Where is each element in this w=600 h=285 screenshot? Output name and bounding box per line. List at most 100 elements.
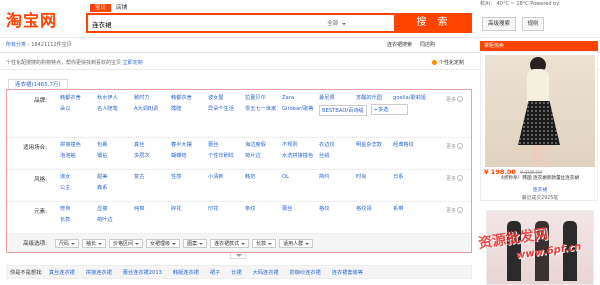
tab-shops[interactable]: 店铺 — [111, 4, 132, 12]
filter-option[interactable]: 印花 — [208, 204, 245, 215]
advanced-search-button[interactable]: 高级搜索 — [482, 17, 516, 31]
dropdown-skirt-level[interactable]: 女裙理级 — [146, 239, 181, 248]
filter-option[interactable]: A大调BJ调 — [134, 104, 171, 115]
filter-option[interactable]: 蔓尼佩 — [319, 93, 356, 104]
filter-option[interactable]: 拼接撞色 — [60, 140, 97, 151]
filter-option[interactable]: 简约 — [319, 172, 356, 183]
filter-option[interactable]: 名人随笔 — [97, 104, 134, 115]
customize-now-link[interactable]: 立即定制 — [123, 60, 143, 66]
filter-option[interactable]: 包裹 — [97, 140, 134, 151]
filter-option[interactable]: 荷叶边 — [97, 215, 134, 226]
filter-option[interactable]: 系带 — [393, 204, 430, 215]
dropdown-audience[interactable]: 适用人群 — [279, 239, 314, 248]
filter-option[interactable]: 波女屋 — [208, 93, 245, 104]
related-link[interactable]: 裙子 — [210, 269, 220, 276]
search-button[interactable]: 搜 索 — [396, 13, 472, 33]
filter-option[interactable]: 多层次 — [134, 151, 171, 162]
filter-option[interactable]: 春半大摆 — [171, 140, 208, 151]
filter-option[interactable]: 蕾丝 — [208, 140, 245, 151]
search-input[interactable] — [92, 17, 292, 30]
filter-option[interactable]: 水洗拼接撞色 — [282, 151, 319, 162]
more-button[interactable]: 更多 ⌄ — [446, 207, 463, 214]
filter-option[interactable]: 经典格纹 — [393, 140, 430, 151]
dropdown-dress-style[interactable]: 连衣裙款式 — [210, 239, 250, 248]
filter-option[interactable]: 异朵个生活 — [208, 104, 245, 115]
keyword-tab[interactable]: 连衣裙(1465.7万) — [8, 79, 68, 89]
filter-option[interactable]: 苏醒的乐园 — [356, 93, 393, 104]
tab-items[interactable]: 宝贝 — [90, 4, 112, 12]
filter-option[interactable]: 长款 — [60, 215, 97, 226]
dropdown-size[interactable]: 尺码 — [55, 239, 80, 248]
filter-option[interactable]: 致时力 — [134, 93, 171, 104]
product-title[interactable]: 4折秒杀！韩国 连衣裙新款蕾丝连衣裙 — [482, 176, 598, 182]
filter-option[interactable]: 格纹领 — [356, 204, 393, 215]
filter-option[interactable]: 个性印刷纹 — [208, 151, 245, 162]
related-link[interactable]: 拼接连衣裙 — [86, 269, 112, 276]
filter-option[interactable]: 镶钻 — [97, 151, 134, 162]
filter-option-highlighted[interactable]: BESTBAO/百诗缇 — [319, 105, 367, 116]
related-link[interactable]: 大码连衣裙 — [253, 269, 279, 276]
filter-option[interactable]: Zara — [282, 93, 319, 104]
filter-option[interactable]: 修身 — [60, 204, 97, 215]
related-link[interactable]: 防御纱连衣裙 — [290, 269, 321, 276]
more-button[interactable]: 更多 ⌄ — [446, 143, 463, 150]
filter-option[interactable]: 泡泡袖 — [60, 151, 97, 162]
filter-option[interactable]: 时尚 — [356, 172, 393, 183]
link-dress-search[interactable]: 连衣裙搜索 — [387, 41, 412, 48]
filter-option[interactable]: 纯棉 — [134, 204, 171, 215]
filter-option[interactable]: 丝绒 — [319, 151, 356, 162]
filter-option[interactable]: 霞隆 — [171, 104, 208, 115]
dropdown-sleeve[interactable]: 袖长 — [82, 239, 107, 248]
filter-option[interactable]: 朵以 — [60, 104, 97, 115]
filter-option[interactable]: 森系 — [97, 183, 134, 194]
filter-option[interactable]: 公主 — [60, 183, 97, 194]
filter-option[interactable]: goelia/歌莉娅 — [393, 93, 430, 104]
filter-option[interactable]: 不规则 — [282, 140, 319, 151]
taobao-logo[interactable]: 淘宝网 — [6, 7, 57, 31]
filter-option[interactable]: 韩都衣舍 — [60, 93, 97, 104]
multi-select-button[interactable]: +多选 — [370, 104, 408, 115]
related-link[interactable]: 长裙 — [231, 269, 241, 276]
filter-option[interactable]: 拉夏贝尔 — [245, 93, 282, 104]
filter-option[interactable]: 韩范 — [245, 172, 282, 183]
personal-custom-button[interactable]: 个性化定制 — [432, 59, 464, 66]
breadcrumb-all[interactable]: 所有分类 — [6, 42, 26, 48]
dropdown-pattern[interactable]: 图案 — [183, 239, 208, 248]
filter-option[interactable]: 蕾丝 — [282, 204, 319, 215]
filter-option[interactable]: 条纹 — [245, 204, 282, 215]
filter-option[interactable]: 海边度假 — [245, 140, 282, 151]
filter-option[interactable]: 韩都衣舍 — [171, 93, 208, 104]
filter-option[interactable]: 真丝 — [134, 140, 171, 151]
filter-option[interactable]: 蝴蝶结 — [171, 151, 208, 162]
more-button[interactable]: 更多 ⌄ — [446, 96, 463, 103]
filter-option[interactable]: 甜美 — [97, 172, 134, 183]
more-button[interactable]: 更多 ⌄ — [446, 175, 463, 182]
filter-option[interactable]: 性感 — [171, 172, 208, 183]
link-same-shop[interactable]: 同店购 — [420, 41, 435, 48]
filter-option[interactable]: Girdear/歌蒂 — [282, 104, 319, 115]
filter-option[interactable]: 格纹 — [319, 204, 356, 215]
collapse-toggle[interactable] — [230, 253, 246, 259]
related-link[interactable]: 真丝连衣裙 — [49, 269, 75, 276]
dropdown-price[interactable]: 价格区间 — [109, 239, 144, 248]
filter-option[interactable]: 碎花 — [171, 204, 208, 215]
category-select[interactable]: 全部 — [327, 19, 346, 27]
product-shop[interactable]: 连衣裙 — [482, 186, 598, 193]
related-link[interactable]: 连衣裙套装等 — [332, 269, 363, 276]
filter-option[interactable]: 淑女 — [60, 172, 97, 183]
filter-option[interactable]: 日系 — [393, 172, 430, 183]
filter-option[interactable]: 小清新 — [208, 172, 245, 183]
filter-option[interactable]: 荷片边 — [245, 151, 282, 162]
filter-option[interactable]: 衣边纹 — [319, 140, 356, 151]
related-link[interactable]: 韩版连衣裙 — [173, 269, 199, 276]
related-link[interactable]: 蕾丝连衣裙2013 — [123, 269, 162, 276]
filter-option[interactable]: 明星杂志款 — [356, 140, 393, 151]
filter-option[interactable]: 零五七一世家 — [245, 104, 282, 115]
filter-option[interactable]: OL — [282, 172, 319, 183]
filter-option[interactable]: 秋水伊人 — [97, 93, 134, 104]
filter-option[interactable]: 显瘦 — [97, 204, 134, 215]
filter-option[interactable]: 复古 — [134, 172, 171, 183]
product-image[interactable] — [485, 55, 595, 167]
dropdown-length[interactable]: 长款 — [252, 239, 277, 248]
rules-button[interactable]: 规则 — [522, 17, 544, 31]
